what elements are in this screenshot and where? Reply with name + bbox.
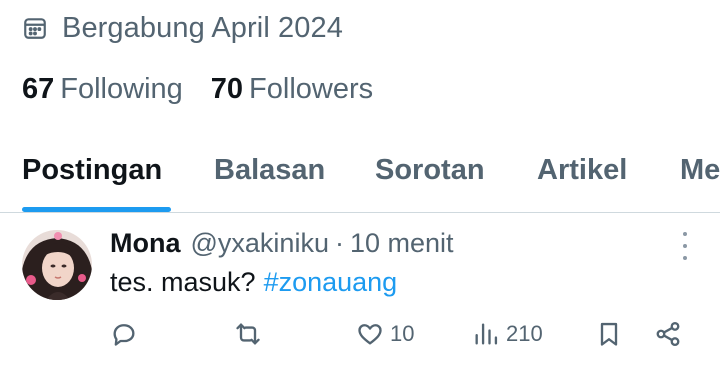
avatar[interactable] (22, 230, 92, 300)
tweet-timestamp[interactable]: 10 menit (350, 228, 454, 259)
following-label: Following (60, 72, 183, 105)
header-separator: · (334, 227, 344, 258)
following-count: 67 (22, 72, 55, 105)
hashtag-link[interactable]: #zonauang (264, 267, 398, 298)
retweet-button[interactable] (234, 318, 262, 350)
tab-sorotan[interactable]: Sorotan (375, 154, 485, 187)
follow-counts: 67 Following 70 Followers (22, 70, 401, 108)
more-vertical-icon[interactable] (676, 232, 694, 260)
profile-tabs: Postingan Balasan Sorotan Artikel Me (0, 148, 720, 212)
tab-postingan[interactable]: Postingan (22, 154, 162, 187)
views-icon (475, 323, 498, 345)
joined-date-row: Bergabung April 2024 (22, 10, 343, 46)
views-button[interactable]: 210 (472, 318, 543, 350)
calendar-icon (24, 18, 46, 39)
profile-page: Bergabung April 2024 67 Following 70 Fol… (0, 0, 720, 370)
tweet-text: tes. masuk? #zonauang (110, 264, 397, 300)
followers-link[interactable]: 70 Followers (211, 73, 373, 106)
joined-date-text: Bergabung April 2024 (62, 11, 343, 44)
tweet-header: Mona @yxakiniku · 10 menit (110, 226, 454, 260)
reply-icon (113, 324, 135, 346)
author-name[interactable]: Mona (110, 228, 181, 259)
like-count: 10 (390, 321, 415, 346)
share-button[interactable] (654, 318, 682, 350)
followers-label: Followers (249, 72, 374, 105)
heart-icon (358, 324, 382, 345)
share-icon (656, 321, 680, 347)
like-button[interactable]: 10 (356, 318, 414, 350)
author-handle[interactable]: @yxakiniku (191, 228, 329, 259)
tab-artikel[interactable]: Artikel (537, 154, 627, 187)
tabs-divider (0, 212, 720, 213)
bookmark-button[interactable] (595, 318, 623, 350)
retweet-icon (236, 323, 260, 345)
tweet-body: tes. masuk? (110, 266, 256, 297)
followers-count: 70 (210, 72, 244, 105)
avatar-image (22, 230, 92, 300)
tab-balasan[interactable]: Balasan (214, 154, 325, 187)
reply-button[interactable] (110, 318, 138, 350)
following-link[interactable]: 67 Following (22, 73, 183, 106)
tab-media[interactable]: Me (680, 154, 720, 187)
bookmark-icon (600, 322, 618, 346)
views-count: 210 (506, 321, 543, 346)
